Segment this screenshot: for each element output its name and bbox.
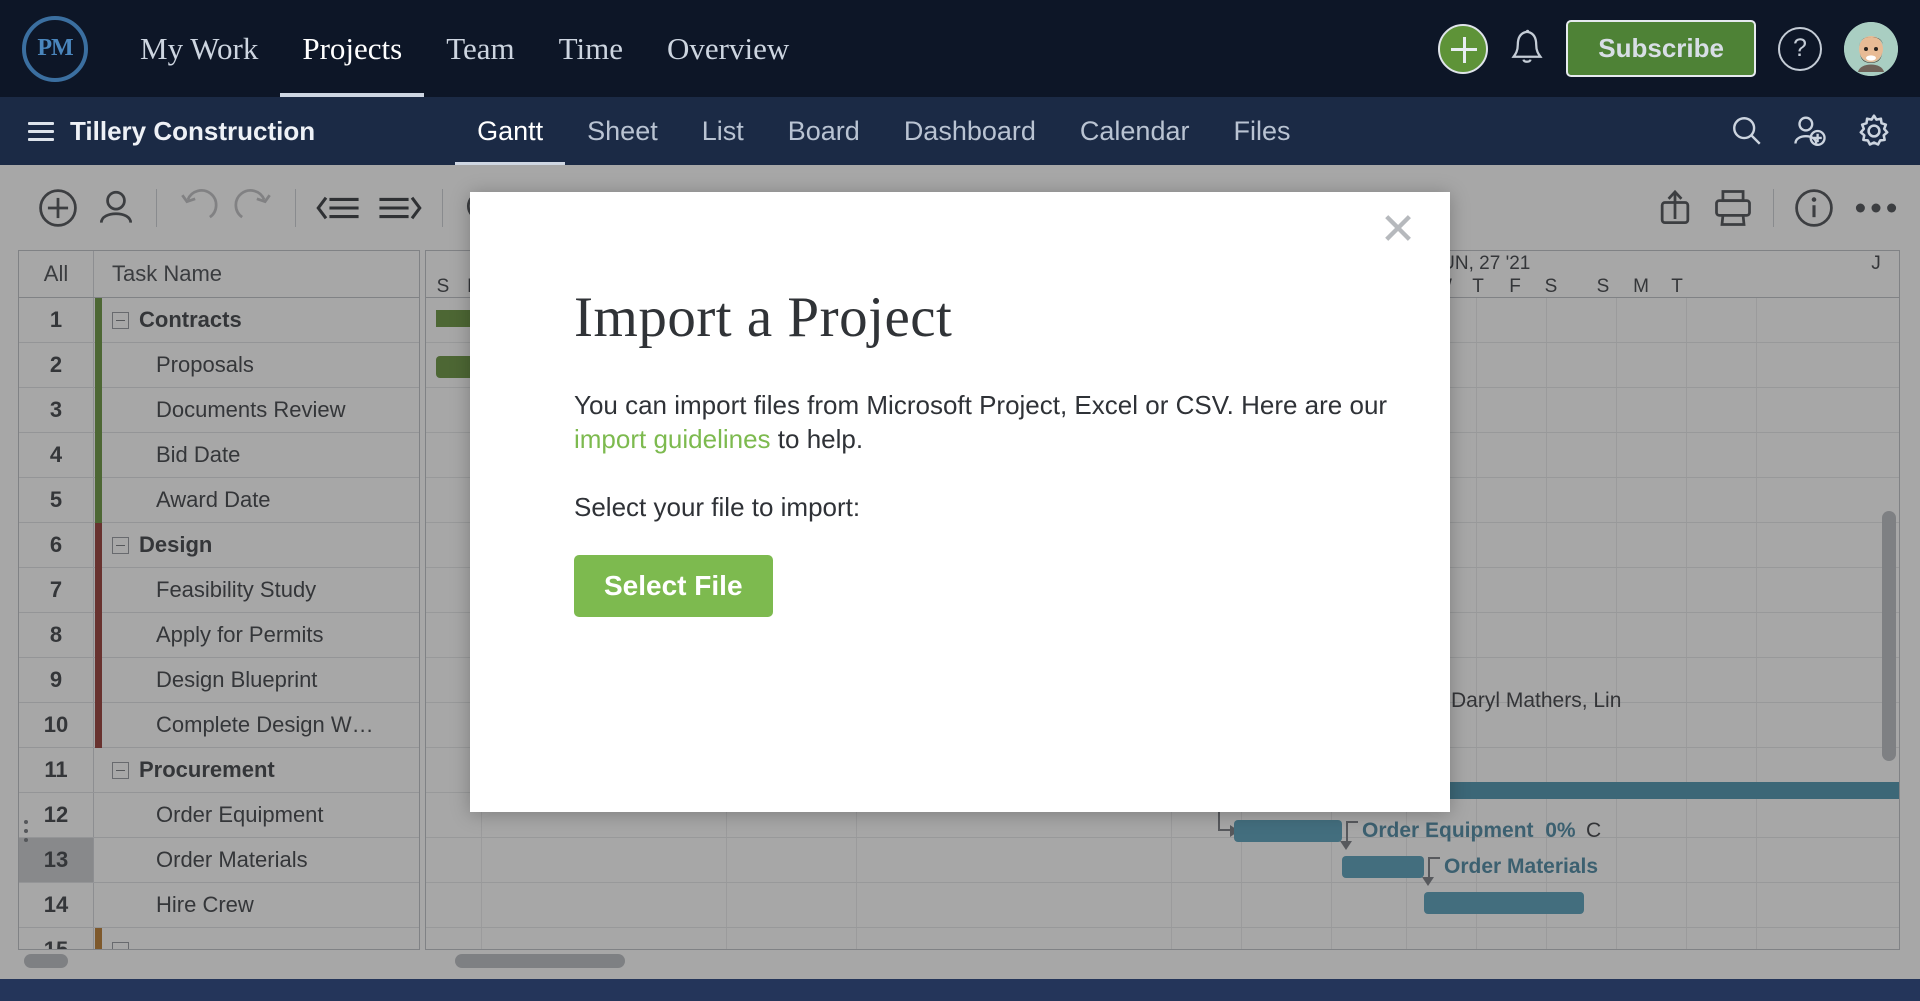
help-label: ?	[1793, 34, 1807, 62]
add-person-icon[interactable]	[1792, 114, 1828, 148]
gear-icon[interactable]	[1856, 113, 1892, 149]
nav-item-overview[interactable]: Overview	[645, 0, 811, 97]
tab-dashboard[interactable]: Dashboard	[882, 97, 1058, 165]
nav-label: Team	[446, 30, 515, 66]
help-icon[interactable]: ?	[1778, 26, 1822, 71]
nav-item-my-work[interactable]: My Work	[118, 0, 280, 97]
logo-text: PM	[37, 35, 73, 61]
import-guidelines-link[interactable]: import guidelines	[574, 424, 771, 454]
dialog-title: Import a Project	[574, 286, 953, 349]
avatar-illustration	[1844, 21, 1898, 76]
plus-icon[interactable]	[1438, 23, 1489, 74]
description-text-after-link: to help.	[770, 424, 864, 455]
tab-list[interactable]: List	[680, 97, 766, 165]
avatar[interactable]	[1844, 21, 1898, 76]
app-logo[interactable]: PM	[22, 15, 88, 82]
tab-board[interactable]: Board	[766, 97, 882, 165]
nav-label: Overview	[666, 30, 790, 66]
nav-label: My Work	[140, 30, 259, 66]
dialog-prompt: Select your file to import:	[574, 492, 861, 522]
application-window: PM My Work Projects Team Time Overview S…	[0, 0, 1920, 1001]
nav-item-projects[interactable]: Projects	[280, 0, 424, 97]
nav-item-time[interactable]: Time	[537, 0, 645, 97]
view-tabs: Gantt Sheet List Board Dashboard Calenda…	[455, 97, 1312, 165]
tab-label: Dashboard	[903, 115, 1036, 146]
project-navigation-bar: Tillery Construction Gantt Sheet List Bo…	[0, 97, 1920, 165]
description-text-before-link: You can import files from Microsoft Proj…	[574, 390, 1388, 420]
project-nav-actions	[1730, 113, 1892, 149]
tab-calendar[interactable]: Calendar	[1058, 97, 1212, 165]
tab-label: Board	[787, 115, 860, 146]
tab-sheet[interactable]: Sheet	[565, 97, 680, 165]
tab-label: List	[701, 115, 744, 146]
top-nav-actions: Subscribe ?	[1438, 20, 1898, 77]
import-project-dialog: ✕ Import a Project You can import files …	[470, 192, 1450, 812]
tab-label: Gantt	[477, 115, 544, 146]
top-navigation-bar: PM My Work Projects Team Time Overview S…	[0, 0, 1920, 97]
select-file-button[interactable]: Select File	[574, 555, 773, 617]
close-icon[interactable]: ✕	[1376, 208, 1420, 254]
nav-label: Projects	[302, 30, 403, 66]
tab-gantt[interactable]: Gantt	[455, 97, 565, 165]
bottom-status-bar	[0, 979, 1920, 1001]
tab-label: Calendar	[1079, 115, 1190, 146]
tab-label: Files	[1233, 115, 1291, 146]
tab-label: Sheet	[587, 115, 658, 146]
nav-label: Time	[558, 30, 623, 66]
nav-item-team[interactable]: Team	[424, 0, 536, 97]
hamburger-menu-icon[interactable]	[28, 117, 54, 146]
subscribe-button[interactable]: Subscribe	[1566, 20, 1756, 77]
notification-bell-icon[interactable]	[1510, 29, 1544, 69]
project-title: Tillery Construction	[70, 115, 316, 146]
dialog-description: You can import files from Microsoft Proj…	[574, 388, 1450, 457]
search-icon[interactable]	[1730, 114, 1764, 148]
tab-files[interactable]: Files	[1211, 97, 1312, 165]
top-nav-items: My Work Projects Team Time Overview	[118, 0, 811, 97]
